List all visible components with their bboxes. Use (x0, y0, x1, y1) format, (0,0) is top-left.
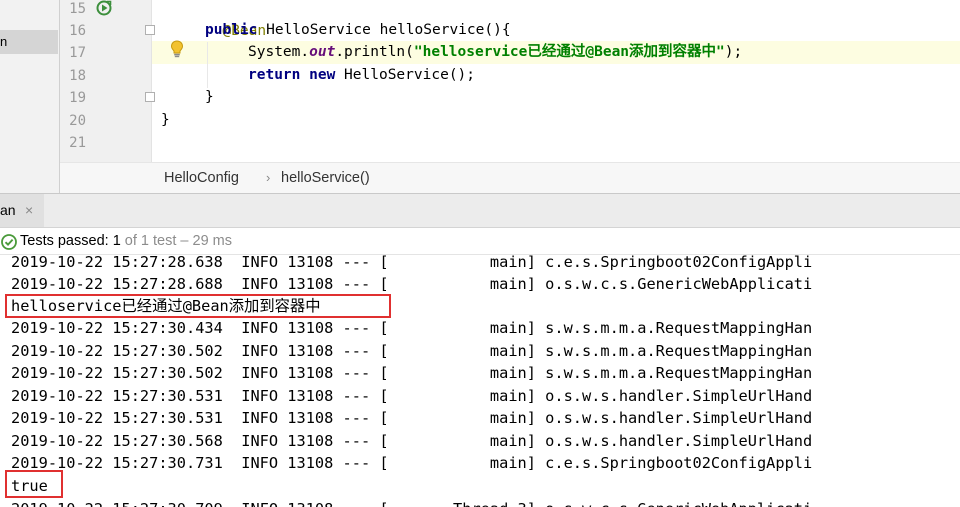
code-token: .println( (335, 44, 414, 60)
line-number: 17 (69, 45, 86, 61)
code-token: ); (724, 44, 743, 60)
run-tab-label: an (0, 202, 16, 218)
line-number: 18 (69, 68, 86, 84)
breadcrumb-class[interactable]: HelloConfig (164, 170, 239, 186)
project-selected-item-label: n (0, 34, 8, 49)
test-status-bar: Tests passed: 1 of 1 test – 29 ms (0, 228, 960, 255)
project-panel-edge: n (0, 0, 60, 193)
run-tool-tabbar: an × (0, 193, 960, 228)
check-circle-icon (1, 234, 17, 250)
keyword-token: public (205, 22, 258, 38)
status-passed-count: 1 (112, 233, 121, 249)
code-line-16[interactable]: public HelloService helloService(){ (205, 19, 511, 42)
log-line: 2019-10-22 15:27:30.434 INFO 13108 --- [… (11, 319, 813, 337)
console-output[interactable]: 2019-10-22 15:27:28.638 INFO 13108 --- [… (0, 255, 960, 507)
run-tab[interactable]: an × (0, 194, 44, 227)
line-number: 19 (69, 90, 86, 106)
highlight-box (5, 470, 63, 498)
highlight-box (5, 294, 391, 318)
code-token: HelloService helloService(){ (257, 22, 511, 38)
string-token: "helloservice已经通过@Bean添加到容器中" (413, 44, 725, 60)
keyword-token: return (248, 67, 301, 83)
editor-gutter[interactable]: 15 16 17 18 19 20 21 (60, 0, 152, 162)
code-token: } (161, 112, 170, 128)
line-number: 16 (69, 23, 86, 39)
code-line-19[interactable]: } (205, 86, 214, 109)
project-selected-item[interactable]: n (0, 30, 58, 54)
code-token: System. (248, 44, 310, 60)
run-gutter-icon[interactable] (96, 0, 112, 16)
log-line: 2019-10-22 15:27:30.709 INFO 13108 --- [… (11, 498, 812, 507)
chevron-right-icon: › (266, 170, 271, 185)
line-number: 15 (69, 1, 86, 17)
log-line: 2019-10-22 15:27:30.568 INFO 13108 --- [… (11, 432, 813, 450)
code-token: HelloService(); (335, 67, 476, 83)
line-number: 20 (69, 113, 86, 129)
lightbulb-icon[interactable] (169, 40, 185, 58)
log-line: 2019-10-22 15:27:30.502 INFO 13108 --- [… (11, 364, 813, 382)
line-number: 21 (69, 135, 86, 151)
log-line: 2019-10-22 15:27:28.688 INFO 13108 --- [… (11, 275, 813, 293)
log-line: 2019-10-22 15:27:30.531 INFO 13108 --- [… (11, 409, 813, 427)
field-token: out (309, 44, 336, 60)
indent-guide (207, 42, 208, 88)
close-icon[interactable]: × (25, 202, 33, 218)
log-line: 2019-10-22 15:27:30.731 INFO 13108 --- [… (11, 454, 813, 472)
status-prefix: Tests passed: (20, 233, 113, 249)
fold-toggle-icon[interactable] (145, 25, 155, 35)
breadcrumb-method[interactable]: helloService() (281, 170, 370, 186)
code-token: } (205, 89, 214, 105)
breadcrumb: HelloConfig › helloService() (60, 162, 960, 193)
log-line: 2019-10-22 15:27:30.531 INFO 13108 --- [… (11, 387, 813, 405)
log-line: 2019-10-22 15:27:30.502 INFO 13108 --- [… (11, 342, 813, 360)
code-line-18[interactable]: return new HelloService(); (248, 64, 475, 87)
test-status-text: Tests passed: 1 of 1 test – 29 ms (20, 233, 232, 249)
code-line-17[interactable]: System.out.println("helloservice已经通过@Bea… (248, 41, 742, 64)
keyword-token: new (309, 67, 336, 83)
fold-toggle-icon[interactable] (145, 92, 155, 102)
code-line-20[interactable]: } (161, 109, 170, 132)
log-line: 2019-10-22 15:27:28.638 INFO 13108 --- [… (11, 255, 813, 271)
status-suffix: of 1 test – 29 ms (120, 233, 232, 249)
